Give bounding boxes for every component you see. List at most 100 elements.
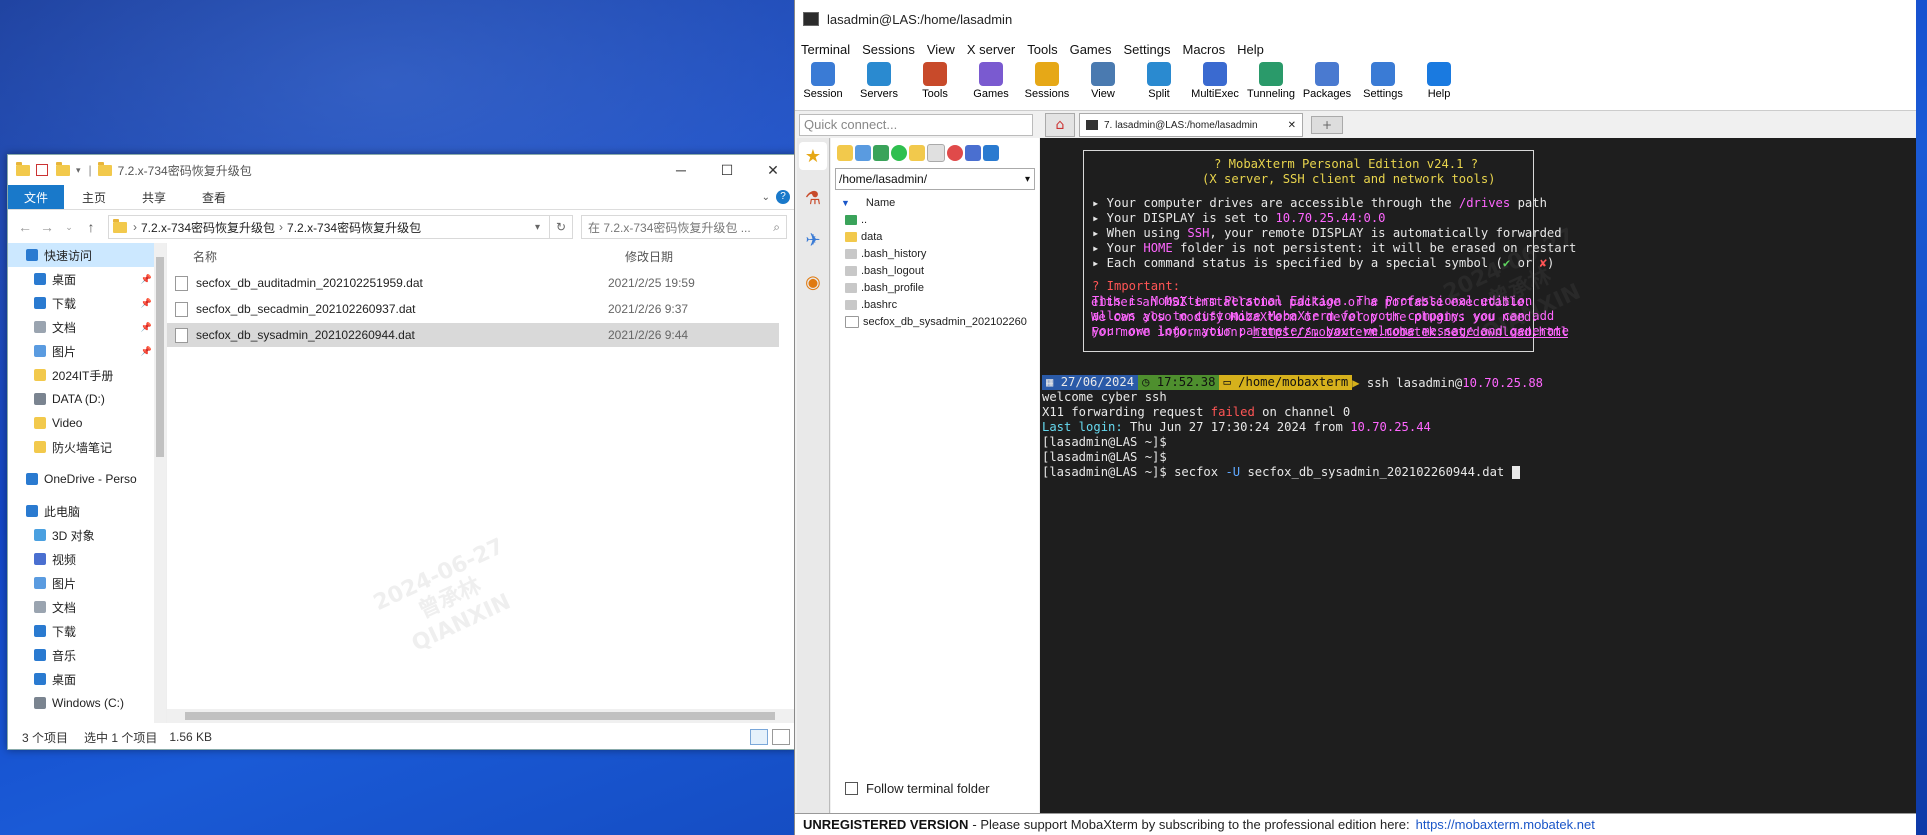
horizontal-scrollbar[interactable] xyxy=(167,709,797,723)
download-icon[interactable] xyxy=(855,145,871,161)
column-header-name[interactable]: 名称 xyxy=(193,248,625,265)
terminal[interactable]: ? MobaXterm Personal Edition v24.1 ? (X … xyxy=(1040,138,1916,814)
sftp-item[interactable]: .bash_logout xyxy=(831,262,1039,279)
back-arrow-icon[interactable]: ← xyxy=(14,219,36,235)
nav-item[interactable]: 图片 xyxy=(8,571,166,595)
star-icon[interactable]: ★ xyxy=(799,142,827,170)
file-row[interactable]: secfox_db_sysadmin_202102260944.dat 2021/… xyxy=(167,323,779,347)
file-row[interactable]: secfox_db_secadmin_202102260937.dat 2021/… xyxy=(167,297,779,321)
nav-item[interactable]: 防火墙笔记 xyxy=(8,435,166,459)
nav-scrollbar[interactable] xyxy=(154,243,166,723)
menu-item[interactable]: Sessions xyxy=(862,42,915,57)
nav-item[interactable]: 文档 📌 xyxy=(8,315,166,339)
tools-icon[interactable]: ⚗ xyxy=(799,184,827,212)
chevron-right-icon[interactable]: › xyxy=(279,220,283,234)
sftp-column-name[interactable]: Name xyxy=(866,197,895,209)
menu-item[interactable]: Terminal xyxy=(801,42,850,57)
nav-item[interactable]: Video xyxy=(8,411,166,435)
tab-home[interactable]: 主页 xyxy=(64,185,124,209)
breadcrumb-item[interactable]: 7.2.x-734密码恢复升级包 xyxy=(141,219,275,236)
refresh-icon[interactable] xyxy=(891,145,907,161)
up-arrow-icon[interactable]: ↑ xyxy=(80,219,102,235)
toolbar-button[interactable]: Packages xyxy=(1299,60,1355,100)
toolbar-button[interactable]: View xyxy=(1075,60,1131,100)
chevron-down-icon[interactable]: ▾ xyxy=(1025,174,1030,185)
sftp-item[interactable]: secfox_db_sysadmin_202102260 xyxy=(831,313,1039,330)
follow-terminal-folder[interactable]: Follow terminal folder xyxy=(845,781,990,796)
chevron-right-icon[interactable]: › xyxy=(133,220,137,234)
menu-item[interactable]: X server xyxy=(967,42,1015,57)
new-folder-icon[interactable] xyxy=(909,145,925,161)
large-icons-view-icon[interactable] xyxy=(772,729,790,745)
nav-item[interactable]: 下载 📌 xyxy=(8,291,166,315)
chevron-down-icon[interactable]: ▾ xyxy=(535,222,549,233)
close-button[interactable]: ✕ xyxy=(750,162,796,179)
toolbar-button[interactable]: Split xyxy=(1131,60,1187,100)
column-header-modified[interactable]: 修改日期 xyxy=(625,248,673,265)
toolbar-button[interactable]: Tools xyxy=(907,60,963,100)
toolbar-button[interactable]: Servers xyxy=(851,60,907,100)
forward-arrow-icon[interactable]: → xyxy=(36,219,58,235)
nav-item[interactable]: 3D 对象 xyxy=(8,523,166,547)
menu-item[interactable]: Macros xyxy=(1182,42,1225,57)
toolbar-button[interactable]: Help xyxy=(1411,60,1467,100)
menu-item[interactable]: Help xyxy=(1237,42,1264,57)
expand-ribbon-icon[interactable]: ⌄ xyxy=(762,192,770,203)
tab-share[interactable]: 共享 xyxy=(124,185,184,209)
sftp-icon[interactable]: ◉ xyxy=(799,268,827,296)
search-input[interactable]: 在 7.2.x-734密码恢复升级包 ... ⌕ xyxy=(581,215,787,239)
toolbar-button[interactable]: MultiExec xyxy=(1187,60,1243,100)
sftp-item[interactable]: .bashrc xyxy=(831,296,1039,313)
minimize-button[interactable]: ─ xyxy=(658,162,704,179)
sftp-item[interactable]: data xyxy=(831,228,1039,245)
macros-icon[interactable]: ✈ xyxy=(799,226,827,254)
address-bar[interactable]: › 7.2.x-734密码恢复升级包 › 7.2.x-734密码恢复升级包 ▾ xyxy=(108,215,550,239)
menu-item[interactable]: Tools xyxy=(1027,42,1057,57)
sftp-item[interactable]: .. xyxy=(831,211,1039,228)
nav-item[interactable]: OneDrive - Perso xyxy=(8,467,166,491)
nav-item[interactable]: 音乐 xyxy=(8,643,166,667)
nav-item[interactable]: 此电脑 xyxy=(8,499,166,523)
nav-item[interactable]: 快速访问 xyxy=(8,243,166,267)
quick-access-dropdown-icon[interactable]: ▾ xyxy=(76,165,81,176)
menu-item[interactable]: View xyxy=(927,42,955,57)
tab-view[interactable]: 查看 xyxy=(184,185,244,209)
menu-item[interactable]: Settings xyxy=(1124,42,1171,57)
quick-connect-input[interactable]: Quick connect... xyxy=(799,114,1033,136)
rename-icon[interactable] xyxy=(965,145,981,161)
sftp-path-select[interactable]: /home/lasadmin/ ▾ xyxy=(835,168,1035,190)
nav-item[interactable]: 2024IT手册 xyxy=(8,363,166,387)
new-folder-icon[interactable] xyxy=(56,161,70,176)
properties-icon[interactable] xyxy=(36,164,48,176)
details-view-icon[interactable] xyxy=(750,729,768,745)
sftp-item[interactable]: .bash_profile xyxy=(831,279,1039,296)
maximize-button[interactable]: ☐ xyxy=(704,162,750,179)
nav-item[interactable]: 视频 xyxy=(8,547,166,571)
properties-icon[interactable] xyxy=(983,145,999,161)
sftp-item[interactable]: .bash_history xyxy=(831,245,1039,262)
subscribe-link[interactable]: https://mobaxterm.mobatek.net xyxy=(1416,817,1595,832)
folder-up-icon[interactable] xyxy=(837,145,853,161)
menu-item[interactable]: Games xyxy=(1070,42,1112,57)
home-tab-button[interactable]: ⌂ xyxy=(1045,113,1075,137)
session-tab[interactable]: 7. lasadmin@LAS:/home/lasadmin ✕ xyxy=(1079,113,1303,137)
recent-dropdown-icon[interactable]: ⌄ xyxy=(58,222,80,233)
upload-icon[interactable] xyxy=(873,145,889,161)
file-row[interactable]: secfox_db_auditadmin_202102251959.dat 202… xyxy=(167,271,779,295)
follow-checkbox[interactable] xyxy=(845,782,858,795)
toolbar-button[interactable]: Settings xyxy=(1355,60,1411,100)
toolbar-button[interactable]: Tunneling xyxy=(1243,60,1299,100)
nav-item[interactable]: 桌面 📌 xyxy=(8,267,166,291)
breadcrumb-item[interactable]: 7.2.x-734密码恢复升级包 xyxy=(287,219,421,236)
nav-item[interactable]: DATA (D:) xyxy=(8,387,166,411)
sort-chevron-icon[interactable]: ▼ xyxy=(841,198,850,208)
close-tab-icon[interactable]: ✕ xyxy=(1288,120,1296,131)
nav-item[interactable]: 桌面 xyxy=(8,667,166,691)
toolbar-button[interactable]: Session xyxy=(795,60,851,100)
help-icon[interactable]: ? xyxy=(776,190,790,204)
nav-item[interactable]: 图片 📌 xyxy=(8,339,166,363)
download-link[interactable]: https://mobaxterm.mobatek.net/download.h… xyxy=(1252,325,1568,339)
refresh-button[interactable]: ↻ xyxy=(550,215,573,239)
nav-item[interactable]: 下载 xyxy=(8,619,166,643)
new-file-icon[interactable] xyxy=(927,144,945,162)
